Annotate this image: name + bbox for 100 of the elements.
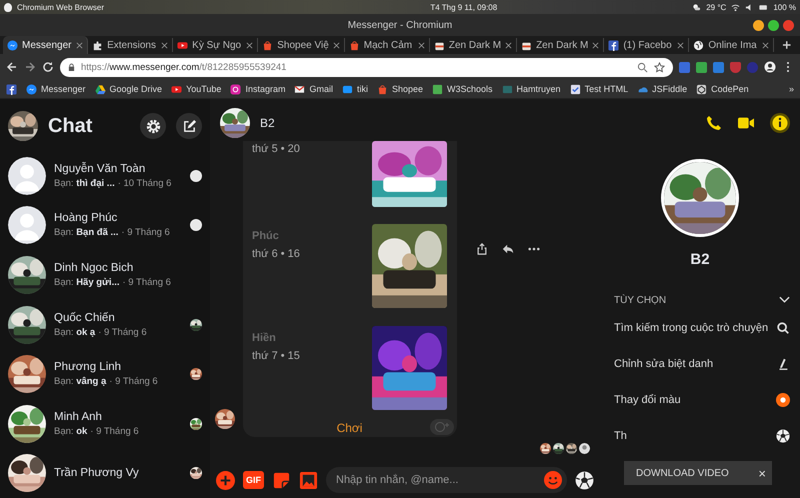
phone-icon[interactable] xyxy=(706,115,722,131)
address-field[interactable]: https://www.messenger.com/t/812285955539241 xyxy=(60,58,673,76)
close-button[interactable] xyxy=(783,20,794,31)
browser-tab[interactable]: Zen Dark M xyxy=(430,38,518,52)
window-title: Messenger - Chromium xyxy=(348,20,452,30)
shopping-bag-icon xyxy=(262,40,274,50)
settings-button[interactable] xyxy=(140,113,166,139)
reply-icon[interactable] xyxy=(502,243,514,255)
zoom-icon[interactable] xyxy=(637,62,648,72)
message-preview: Bạn: vâng ạ xyxy=(54,376,106,388)
forward-icon[interactable] xyxy=(24,61,36,73)
option-item[interactable]: Thay đổi màu xyxy=(600,382,800,418)
option-item[interactable]: Tìm kiếm trong cuộc trò chuyện xyxy=(600,310,800,346)
download-video-label[interactable]: DOWNLOAD VIDEO xyxy=(636,468,729,478)
extension-icon[interactable] xyxy=(696,62,707,72)
browser-tab[interactable]: Extensions xyxy=(88,38,174,52)
search-icon xyxy=(776,321,790,335)
triangle-logo-icon xyxy=(94,84,106,94)
share-icon[interactable] xyxy=(476,243,488,255)
browser-tab[interactable]: Online Ima xyxy=(689,38,774,52)
image-icon[interactable] xyxy=(299,470,318,490)
seen-dot-icon xyxy=(190,219,202,232)
avatar-icon xyxy=(579,443,590,454)
info-icon[interactable] xyxy=(770,113,790,133)
bookmark-link[interactable]: CodePen xyxy=(696,84,749,94)
chat-bubble-icon xyxy=(26,84,37,94)
smiley-icon[interactable] xyxy=(544,471,562,489)
wifi-icon xyxy=(731,2,740,12)
close-icon[interactable] xyxy=(505,42,512,48)
conversation-item[interactable]: Phương Linh Bạn: vâng ạ · 9 Tháng 6 xyxy=(0,349,210,399)
conversation-item[interactable]: Dinh Ngoc Bich Bạn: Hãy gửi... · 9 Tháng 6 xyxy=(0,250,210,300)
contact-name: Minh Anh xyxy=(54,410,103,423)
account-icon[interactable] xyxy=(764,61,776,73)
conversation-item[interactable]: Nguyễn Văn Toàn Bạn: thì đại ... · 10 Tháng 6 xyxy=(0,151,210,201)
bookmark-link[interactable]: Messenger xyxy=(26,84,86,94)
star-icon[interactable] xyxy=(654,62,665,72)
bookmark-link[interactable]: Gmail xyxy=(294,84,333,94)
soccer-ball-icon[interactable] xyxy=(575,470,594,490)
play-button[interactable]: Chơi xyxy=(330,419,368,437)
options-section-header[interactable]: TÙY CHỌN xyxy=(600,290,800,310)
browser-tab[interactable]: Mạch Cảm xyxy=(344,38,430,52)
option-item[interactable]: Chỉnh sửa biệt danh xyxy=(600,346,800,382)
camera-icon xyxy=(230,84,242,94)
bookmark-link[interactable]: W3Schools xyxy=(432,84,493,94)
bookmark-link[interactable]: Shopee xyxy=(376,84,424,94)
bookmark-link[interactable]: Test HTML xyxy=(570,84,628,94)
contact-name: Quốc Chiến xyxy=(54,312,116,324)
entry-date: thứ 5 • 20 xyxy=(252,143,301,155)
color-dot-icon xyxy=(776,393,790,407)
video-camera-icon[interactable] xyxy=(738,115,754,131)
bookmark-link[interactable]: Instagram xyxy=(230,84,286,94)
group-name: B2 xyxy=(690,251,710,268)
sticker-icon[interactable] xyxy=(272,470,291,490)
extension-icon[interactable] xyxy=(713,62,724,72)
close-icon[interactable] xyxy=(246,42,254,48)
browser-tab[interactable]: Zen Dark M xyxy=(517,38,604,52)
download-video-banner[interactable]: DOWNLOAD VIDEO × xyxy=(624,461,772,485)
close-icon[interactable] xyxy=(161,42,168,48)
new-message-button[interactable] xyxy=(176,113,202,139)
bookmark-link[interactable]: Google Drive xyxy=(94,84,162,94)
bookmark-link[interactable]: YouTube xyxy=(171,84,222,94)
plus-icon[interactable] xyxy=(782,40,792,50)
extension-icon[interactable] xyxy=(679,62,690,72)
browser-tab[interactable]: Kỳ Sự Ngo xyxy=(173,38,258,52)
contact-name: Nguyễn Văn Toàn xyxy=(54,162,146,175)
bookmark-link[interactable]: JSFiddle xyxy=(637,84,688,94)
minimize-button[interactable] xyxy=(753,20,764,31)
more-bookmarks-button[interactable]: » xyxy=(788,84,794,94)
conversation-item[interactable]: Trần Phương Vy xyxy=(0,448,210,498)
bookmark-link[interactable]: Hamtruyen xyxy=(502,84,561,94)
close-icon[interactable] xyxy=(592,42,600,48)
close-icon[interactable] xyxy=(677,42,684,48)
gif-button[interactable]: GIF xyxy=(243,471,264,489)
sender-name: Hiền xyxy=(252,332,277,344)
contact-name: Hoàng Phúc xyxy=(54,212,118,224)
avatar-icon xyxy=(8,206,46,244)
browser-tab[interactable]: (1) Facebo xyxy=(604,38,690,52)
close-button[interactable]: × xyxy=(758,466,766,480)
browser-tab[interactable]: Messenger xyxy=(3,36,88,54)
message-preview: Bạn: ok xyxy=(54,426,88,437)
message-time: · 9 Tháng 6 xyxy=(109,376,158,388)
option-item[interactable]: Th xyxy=(600,418,800,454)
close-icon[interactable] xyxy=(332,42,340,48)
reload-icon[interactable] xyxy=(42,61,54,73)
message-time: · 9 Tháng 6 xyxy=(90,426,139,437)
bookmark-link[interactable]: tiki xyxy=(342,84,368,94)
conversation-item[interactable]: Hoàng Phúc Bạn: Bạn đã ... · 9 Tháng 6 xyxy=(0,200,210,250)
conversation-item[interactable]: Minh Anh Bạn: ok · 9 Tháng 6 xyxy=(0,398,210,448)
sidebar-title: Chat xyxy=(48,114,94,138)
plus-icon[interactable] xyxy=(216,470,235,490)
close-icon[interactable] xyxy=(418,42,425,48)
maximize-button[interactable] xyxy=(768,20,779,31)
entry-date: thứ 6 • 16 xyxy=(252,248,301,260)
back-icon[interactable] xyxy=(6,61,18,73)
close-icon[interactable] xyxy=(762,42,770,48)
browser-tab[interactable]: Shopee Việ xyxy=(258,38,345,52)
message-preview: Bạn: Hãy gửi... xyxy=(54,276,120,288)
conversation-item[interactable]: Quốc Chiến Bạn: ok ạ · 9 Tháng 6 xyxy=(0,300,210,350)
clock[interactable]: T4 Thg 9 11, 09:08 xyxy=(430,2,498,12)
close-icon[interactable] xyxy=(76,42,84,48)
